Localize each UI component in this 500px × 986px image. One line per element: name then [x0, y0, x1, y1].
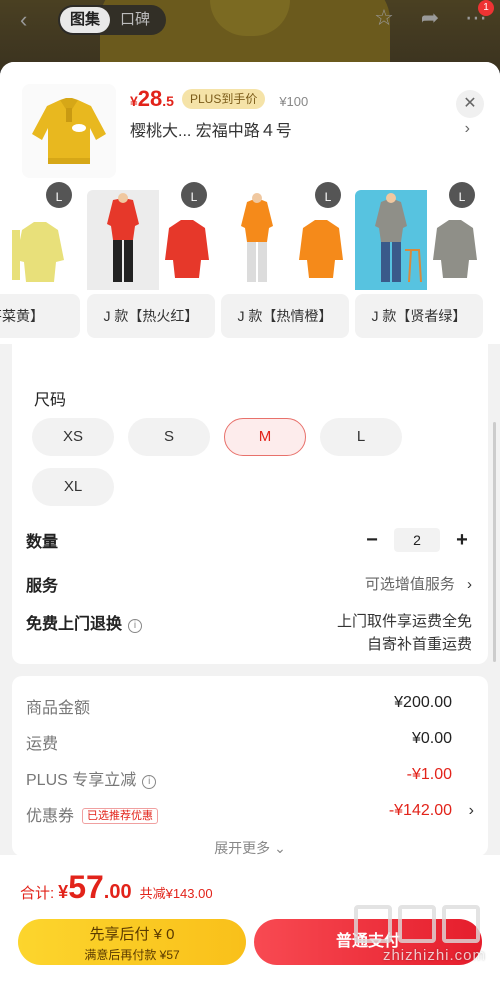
size-badge: L — [181, 182, 207, 208]
chevron-down-icon: ⌄ — [274, 840, 286, 856]
summary-label-coupon[interactable]: 优惠券 已选推荐优惠 — [26, 802, 159, 826]
tab-reviews[interactable]: 口碑 — [110, 7, 160, 33]
sheet-header: ¥ 28 .5 PLUS到手价 ¥100 樱桃大... 宏福中路４号 › ✕ — [0, 62, 500, 190]
tab-gallery[interactable]: 图集 — [60, 7, 111, 33]
quantity-stepper: − 2 + — [364, 528, 470, 552]
variant-label: J 款【热情橙】 — [221, 294, 349, 338]
summary-value-goods: ¥200.00 — [394, 694, 452, 711]
total-row: 合计: ¥ 57 .00 共减¥143.00 — [20, 869, 213, 906]
variant-image — [0, 190, 80, 290]
chevron-right-icon[interactable]: › — [469, 802, 474, 820]
back-arrow-icon[interactable]: ‹ — [20, 8, 44, 32]
product-thumbnail — [22, 84, 116, 178]
total-currency: ¥ — [58, 882, 69, 902]
size-badge: L — [46, 182, 72, 208]
quantity-plus-button[interactable]: + — [454, 529, 470, 552]
more-dots-icon[interactable]: ⋯ 1 — [464, 0, 494, 30]
watermark-box — [354, 905, 392, 943]
price-summary-panel: 商品金额 ¥200.00 运费 ¥0.00 PLUS 专享立减 i -¥1.00 … — [12, 676, 488, 856]
watermark-box — [442, 905, 480, 943]
summary-value-coupon[interactable]: -¥142.00 — [389, 802, 452, 820]
price-currency: ¥ — [130, 93, 138, 109]
summary-value-shipping: ¥0.00 — [411, 730, 452, 747]
summary-label-plus: PLUS 专享立减 i — [26, 766, 157, 790]
info-icon[interactable]: i — [142, 775, 157, 789]
variant-svg — [0, 190, 80, 290]
summary-label-goods: 商品金额 — [26, 700, 91, 717]
plus-discount-text: PLUS 专享立减 — [26, 772, 137, 789]
quantity-label: 数量 — [26, 534, 59, 551]
variant-label: J 款【贤者绿】 — [355, 294, 483, 338]
favorite-star-icon[interactable]: ☆ — [372, 6, 396, 30]
price-decimal: .5 — [162, 93, 174, 109]
service-value: 可选增值服务 — [364, 576, 455, 593]
size-option-xs[interactable]: XS — [32, 418, 114, 456]
total-integer: 57 — [68, 869, 104, 905]
chevron-right-icon: › — [467, 576, 472, 593]
close-button[interactable]: ✕ — [456, 90, 484, 118]
free-return-line2: 自寄补首重运费 — [366, 636, 472, 653]
service-label: 服务 — [26, 578, 59, 595]
total-label: 合计: — [20, 885, 55, 902]
service-selector[interactable]: 可选增值服务 › — [365, 573, 472, 594]
quantity-minus-button[interactable]: − — [364, 529, 380, 552]
watermark-box — [398, 905, 436, 943]
variant-label: J 款【热火红】 — [87, 294, 215, 338]
chevron-right-icon: › — [464, 120, 470, 137]
size-badge: L — [449, 182, 475, 208]
price-integer: 28 — [137, 86, 163, 111]
address-text: 樱桃大... 宏福中路４号 — [130, 123, 292, 140]
address-row[interactable]: 樱桃大... 宏福中路４号 › — [130, 118, 470, 140]
variant-item[interactable]: L 芹菜黄】 — [0, 182, 80, 340]
summary-value-plus: -¥1.00 — [406, 766, 452, 783]
variant-item[interactable]: L J 款【热情橙】 — [221, 182, 349, 340]
original-price: ¥100 — [279, 94, 309, 109]
info-icon[interactable]: i — [128, 619, 143, 633]
notification-badge: 1 — [478, 0, 494, 16]
share-icon[interactable]: ➦ — [418, 6, 442, 30]
total-savings: 共减¥143.00 — [139, 886, 213, 901]
free-return-line1: 上门取件享运费全免 — [336, 613, 472, 630]
summary-label-shipping: 运费 — [26, 736, 59, 753]
price-row: ¥ 28 .5 PLUS到手价 ¥100 — [130, 86, 308, 112]
size-option-l[interactable]: L — [320, 418, 402, 456]
total-decimal: .00 — [103, 881, 132, 903]
top-right-actions: ☆ ➦ ⋯ 1 — [372, 0, 494, 30]
checkout-footer: 合计: ¥ 57 .00 共减¥143.00 先享后付 ¥ 0 满意后再付款 ¥… — [0, 855, 500, 986]
coupon-text: 优惠券 — [26, 808, 75, 825]
pay-later-line1: 先享后付 ¥ 0 — [89, 926, 175, 943]
color-variant-row: L 芹菜黄】 L J 款【热火红】 — [0, 182, 500, 344]
media-tabs: 图集 口碑 — [58, 5, 166, 35]
scrollbar[interactable] — [493, 422, 496, 662]
quantity-input[interactable]: 2 — [394, 528, 440, 552]
watermark-logo — [354, 905, 480, 943]
free-return-detail: 上门取件享运费全免 自寄补首重运费 — [337, 610, 472, 656]
watermark-text: zhizhizhi.com — [382, 947, 486, 964]
yellow-polo-image — [22, 84, 116, 178]
size-section-title: 尺码 — [34, 392, 67, 409]
pay-later-button[interactable]: 先享后付 ¥ 0 满意后再付款 ¥57 — [18, 919, 246, 965]
purchase-sheet: ¥ 28 .5 PLUS到手价 ¥100 樱桃大... 宏福中路４号 › ✕ L… — [0, 62, 500, 986]
size-option-m[interactable]: M — [224, 418, 306, 456]
size-option-xl[interactable]: XL — [32, 468, 114, 506]
expand-more-text: 展开更多 — [214, 840, 271, 856]
variant-item[interactable]: L J 款【热火红】 — [87, 182, 215, 340]
plus-price-tag: PLUS到手价 — [181, 89, 266, 109]
size-badge: L — [315, 182, 341, 208]
pay-later-line2: 满意后再付款 ¥57 — [84, 948, 180, 962]
free-return-text: 免费上门退换 — [26, 616, 123, 633]
free-return-label: 免费上门退换 i — [26, 610, 143, 634]
coupon-tag: 已选推荐优惠 — [82, 808, 159, 824]
variant-item[interactable]: L J 款【贤者绿】 — [355, 182, 483, 340]
options-panel: 尺码 XS S M L XL 数量 − 2 + 服务 可选增值服务 › 免费上门… — [12, 344, 488, 664]
variant-label: 芹菜黄】 — [0, 294, 80, 338]
size-option-s[interactable]: S — [128, 418, 210, 456]
